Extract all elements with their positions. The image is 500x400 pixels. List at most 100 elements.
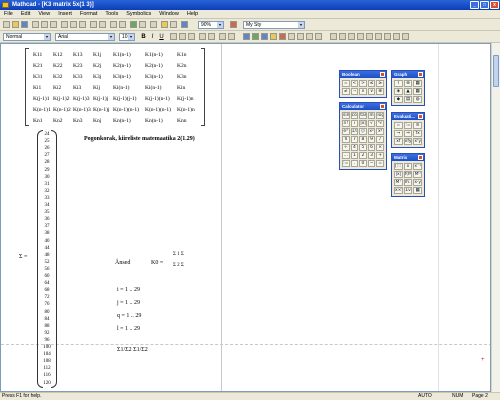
undo-icon[interactable] [90, 21, 97, 28]
evaluation-palette-button[interactable]: xᶠy [413, 138, 422, 145]
calculator-palette-button[interactable]: eˣ [342, 128, 350, 135]
evaluation-palette-button[interactable]: := [403, 122, 413, 129]
save-icon[interactable] [21, 21, 28, 28]
cut-icon[interactable] [61, 21, 68, 28]
align-down-icon[interactable] [119, 21, 126, 28]
insert-unit-icon[interactable] [139, 21, 146, 28]
menu-format[interactable]: Format [79, 11, 98, 17]
calculator-palette-button[interactable]: tan [359, 112, 367, 119]
component-wizard-icon[interactable] [170, 21, 177, 28]
calculator-palette-button[interactable]: = [376, 160, 384, 167]
menu-insert[interactable]: Insert [57, 11, 73, 17]
graph-palette-button[interactable]: ▦ [413, 80, 422, 87]
matrix-palette-button[interactable]: M⁽⁾ [413, 171, 422, 178]
evaluation-palette-button[interactable]: ≡ [413, 122, 422, 129]
menu-file[interactable]: File [3, 11, 14, 17]
align-right-icon[interactable] [188, 33, 195, 40]
boolean-palette-button[interactable]: ≠ [342, 88, 350, 95]
style-combo[interactable]: My Sty ▾ [243, 21, 305, 29]
calculator-palette-button[interactable]: 2 [359, 152, 367, 159]
calculator-palette-button[interactable]: / [376, 136, 384, 143]
align-across-icon[interactable] [110, 21, 117, 28]
align-left-icon[interactable] [170, 33, 177, 40]
limit-icon[interactable] [375, 33, 382, 40]
graph-palette-button[interactable]: ◆ [394, 96, 403, 103]
evaluation-palette-button[interactable]: → [394, 130, 403, 137]
calculator-palette[interactable]: Calculator sincostanlnlog n!i|x|√ⁿ√ eˣ1/x(… [339, 102, 387, 170]
calculator-palette-button[interactable]: ÷ [342, 144, 350, 151]
graph-palette[interactable]: Graph ⌇ ⊛ ▦ ◈ ▲ ▦ ◆ ▤ ◍ [391, 70, 425, 106]
boolean-palette-button[interactable]: ≤ [367, 80, 376, 87]
vertical-scrollbar[interactable] [491, 43, 500, 392]
calculator-palette-button[interactable]: sin [342, 112, 350, 119]
close-icon[interactable] [380, 72, 385, 77]
insert-function-icon[interactable] [130, 21, 137, 28]
evaluation-palette-button[interactable]: = [394, 122, 403, 129]
matrix-palette-button[interactable]: x·y [413, 179, 422, 186]
calculator-palette-button[interactable]: … [342, 152, 350, 159]
boolean-palette[interactable]: Boolean = < > ≤ ≥ ≠ ¬ ∧ ∨ ⊕ [339, 70, 387, 98]
matrix-palette-button[interactable]: f(M) [403, 171, 413, 178]
graph-palette-button[interactable]: ▦ [413, 88, 422, 95]
boolean-palette-button[interactable]: > [359, 80, 367, 87]
evaluation-toolbar-icon[interactable] [270, 33, 277, 40]
close-button[interactable]: x [490, 1, 499, 9]
resource-center-icon[interactable] [181, 21, 188, 28]
minimize-button[interactable]: _ [470, 1, 479, 9]
graph-toolbar-icon[interactable] [252, 33, 259, 40]
calculator-palette-button[interactable]: ⁿ√ [376, 120, 384, 127]
matrix-palette-button[interactable]: Mᵀ [394, 179, 403, 186]
matrix-palette-button[interactable]: x⁻¹ [413, 163, 422, 170]
menu-symbolics[interactable]: Symbolics [125, 11, 152, 17]
boolean-toolbar-icon[interactable] [288, 33, 295, 40]
boolean-palette-button[interactable]: = [342, 80, 350, 87]
derivative-icon[interactable] [366, 33, 373, 40]
calculator-palette-button[interactable]: () [359, 128, 367, 135]
italic-button[interactable]: I [149, 33, 156, 41]
close-icon[interactable] [418, 114, 423, 119]
programming-toolbar-icon[interactable] [297, 33, 304, 40]
close-icon[interactable] [380, 104, 385, 109]
calculator-palette-button[interactable]: := [342, 160, 350, 167]
print-preview-icon[interactable] [41, 21, 48, 28]
open-icon[interactable] [12, 21, 19, 28]
align-center-icon[interactable] [179, 33, 186, 40]
integral-icon[interactable] [357, 33, 364, 40]
zoom-combo[interactable]: 90% ▾ [198, 21, 224, 29]
boolean-palette-button[interactable]: ∧ [359, 88, 367, 95]
spell-check-icon[interactable] [50, 21, 57, 28]
calculator-toolbar-icon[interactable] [243, 33, 250, 40]
calculator-palette-button[interactable]: 1/x [350, 128, 359, 135]
boolean-palette-button[interactable]: ¬ [350, 88, 359, 95]
calculator-palette-button[interactable]: 9 [367, 136, 376, 143]
calculus-toolbar-icon[interactable] [279, 33, 286, 40]
evaluation-palette-button[interactable]: ⇒ [403, 130, 413, 137]
greek-toolbar-icon[interactable] [306, 33, 313, 40]
calculator-palette-button[interactable]: 1 [350, 152, 359, 159]
close-icon[interactable] [418, 155, 423, 160]
copy-icon[interactable] [70, 21, 77, 28]
help-icon[interactable] [230, 21, 237, 28]
graph-palette-button[interactable]: ▤ [403, 96, 413, 103]
menu-tools[interactable]: Tools [104, 11, 119, 17]
lt-icon[interactable] [339, 33, 346, 40]
graph-palette-button[interactable]: ◍ [413, 96, 422, 103]
bullets-icon[interactable] [199, 33, 206, 40]
menu-window[interactable]: Window [158, 11, 180, 17]
bold-button[interactable]: B [140, 33, 147, 41]
font-size-select[interactable]: 10 ▾ [119, 33, 135, 41]
matrix-palette-button[interactable]: m..n [403, 179, 413, 186]
arrow-icon[interactable] [384, 33, 391, 40]
calculator-palette-button[interactable]: log [376, 112, 384, 119]
boolean-palette-button[interactable]: ⊕ [376, 88, 384, 95]
graph-palette-button[interactable]: ⊛ [403, 80, 413, 87]
graph-palette-button[interactable]: ◈ [394, 88, 403, 95]
maximize-button[interactable]: □ [480, 1, 489, 9]
matrix-palette-button[interactable]: x×y [394, 187, 403, 194]
superscript-icon[interactable] [228, 33, 235, 40]
calculator-palette-button[interactable]: × [376, 144, 384, 151]
matrix-palette-button[interactable]: [:::] [394, 163, 403, 170]
pi-icon[interactable] [393, 33, 400, 40]
matrix-palette-button[interactable]: |x| [394, 171, 403, 178]
column-vector[interactable]: 24 25 26 27 28 29 30 31 32 33 34 35 36 37 38 40 44 48 52 56… [37, 130, 57, 388]
